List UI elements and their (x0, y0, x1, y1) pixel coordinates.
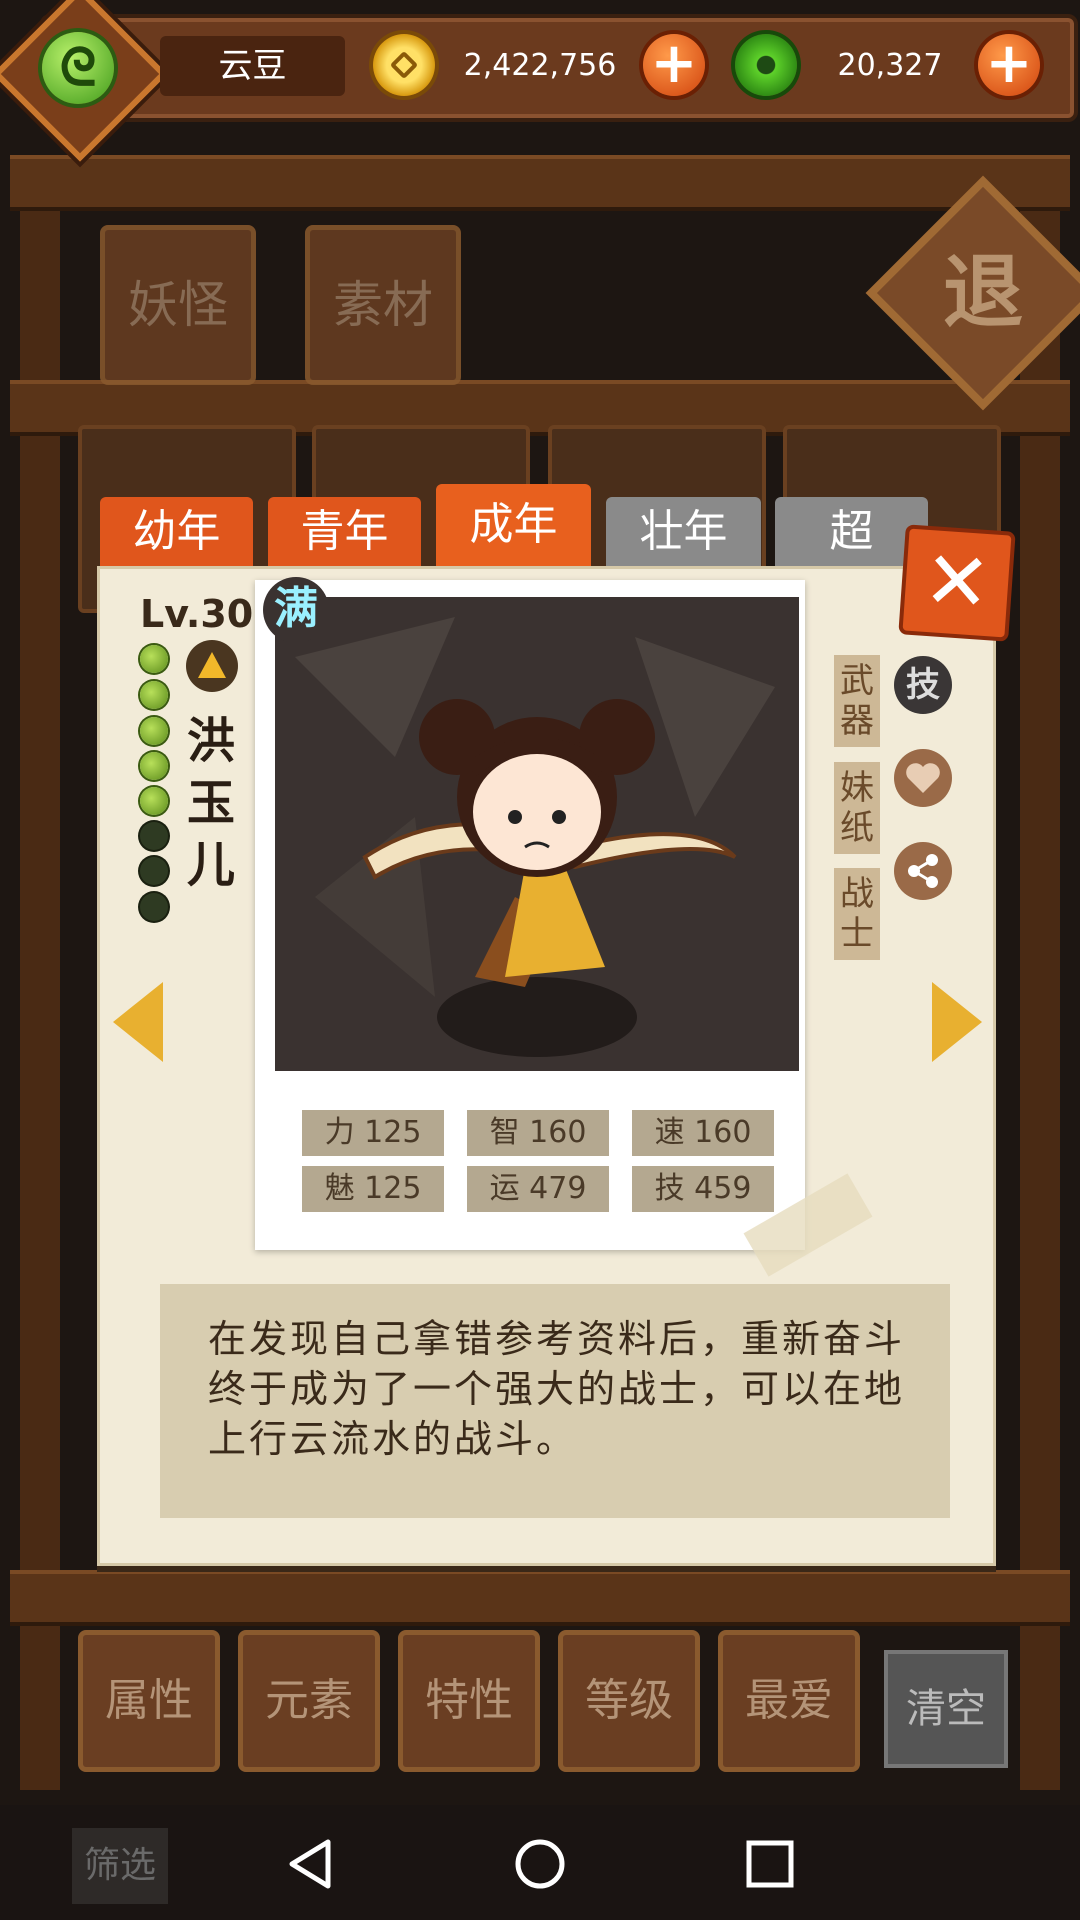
stat-speed: 速 160 (632, 1110, 774, 1156)
heart-icon[interactable] (894, 749, 952, 807)
stat-value: 125 (364, 1171, 422, 1206)
stat-skill: 技 459 (632, 1166, 774, 1212)
growth-pip (140, 893, 168, 921)
character-name: 洪玉儿 (186, 713, 235, 893)
share-icon-shape (908, 854, 938, 888)
character-description: 在发现自己拿错参考资料后，重新奋斗终于成为了一个强大的战士，可以在地上行云流水的… (208, 1317, 906, 1461)
prev-character-arrow[interactable] (113, 982, 163, 1062)
stat-label: 技 (654, 1171, 685, 1206)
recents-icon[interactable] (740, 1834, 800, 1894)
clear-button[interactable]: 清空 (884, 1650, 1008, 1768)
growth-pip (140, 857, 168, 885)
sort-level-button[interactable]: 等级 (558, 1630, 700, 1772)
stat-value: 125 (364, 1115, 422, 1150)
tag-girl: 妹纸 (834, 762, 880, 854)
skill-icon[interactable]: 技 (894, 656, 952, 714)
stat-label: 速 (654, 1115, 685, 1150)
jade-icon (735, 34, 797, 96)
growth-pip (140, 717, 168, 745)
close-button[interactable]: ✕ (898, 524, 1016, 642)
gold-coin-icon (373, 34, 435, 96)
stat-value: 160 (694, 1115, 752, 1150)
character-illustration (295, 617, 775, 1057)
growth-pip (140, 645, 168, 673)
sort-favorite-button[interactable]: 最爱 (718, 1630, 860, 1772)
stat-value: 459 (694, 1171, 752, 1206)
stat-value: 479 (529, 1171, 587, 1206)
home-icon[interactable] (510, 1834, 570, 1894)
tab-prime[interactable]: 壮年 (606, 497, 761, 567)
next-character-arrow[interactable] (932, 982, 982, 1062)
add-gold-button[interactable]: + (643, 34, 705, 96)
earth-element-icon (186, 640, 238, 692)
stat-charm: 魅 125 (302, 1166, 444, 1212)
tab-adult[interactable]: 成年 (436, 484, 591, 566)
sort-attribute-button[interactable]: 属性 (78, 1630, 220, 1772)
stat-intelligence: 智 160 (467, 1110, 609, 1156)
growth-pip (140, 681, 168, 709)
stat-value: 160 (529, 1115, 587, 1150)
shelf-beam-top (10, 155, 1070, 211)
growth-pip (140, 787, 168, 815)
share-icon[interactable] (894, 842, 952, 900)
back-icon[interactable] (280, 1834, 340, 1894)
stat-strength: 力 125 (302, 1110, 444, 1156)
jade-dragon-icon: ᘓ (59, 38, 97, 98)
character-portrait (275, 597, 799, 1071)
shelf-beam-bottom (10, 1570, 1070, 1626)
jade-amount: 20,327 (837, 48, 943, 83)
category-yaoguai-button[interactable]: 妖怪 (100, 225, 256, 385)
tab-youth[interactable]: 青年 (268, 497, 421, 567)
category-sucai-button[interactable]: 素材 (305, 225, 461, 385)
growth-pip (140, 822, 168, 850)
stat-label: 运 (489, 1171, 520, 1206)
gold-amount: 2,422,756 (463, 48, 617, 83)
heart-icon-shape (906, 763, 940, 793)
tab-youth-child[interactable]: 幼年 (100, 497, 253, 567)
growth-pip (140, 752, 168, 780)
tag-weapon: 武器 (834, 655, 880, 747)
tag-warrior: 战士 (834, 868, 880, 960)
stat-luck: 运 479 (467, 1166, 609, 1212)
exit-label[interactable]: 退 (900, 210, 1066, 376)
sort-trait-button[interactable]: 特性 (398, 1630, 540, 1772)
add-jade-button[interactable]: + (978, 34, 1040, 96)
sort-element-button[interactable]: 元素 (238, 1630, 380, 1772)
character-level: Lv.30 (140, 592, 254, 636)
max-level-badge: 满 (263, 577, 329, 643)
stat-label: 魅 (324, 1171, 355, 1206)
stat-label: 力 (324, 1115, 355, 1150)
filter-button[interactable]: 筛选 (72, 1828, 168, 1904)
stat-label: 智 (489, 1115, 520, 1150)
currency-name: 云豆 (160, 36, 345, 96)
